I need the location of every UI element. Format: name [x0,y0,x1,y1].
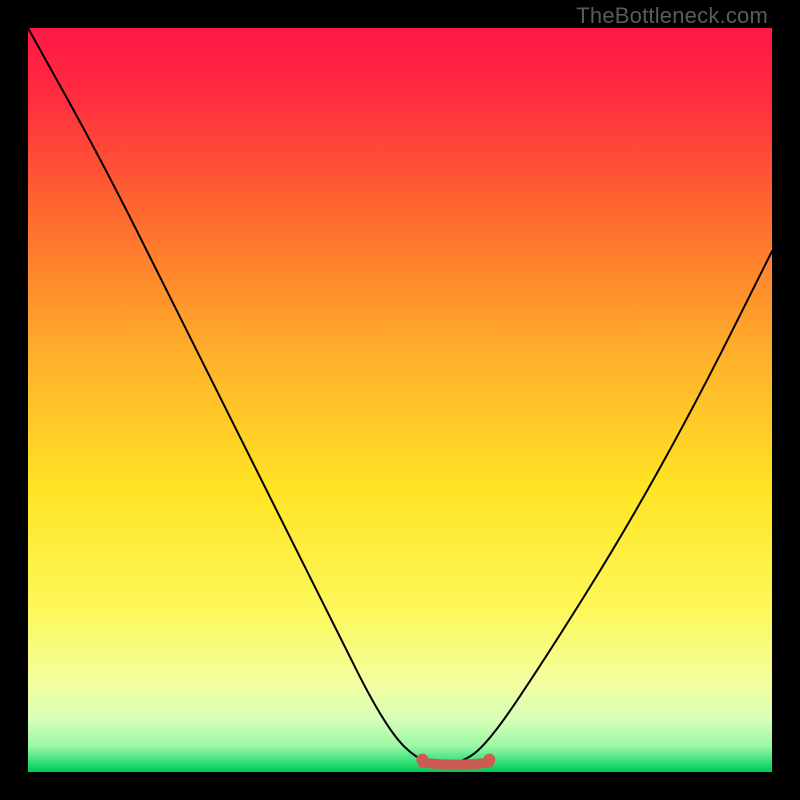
sweet-spot-marker [416,754,495,766]
chart-frame: TheBottleneck.com [0,0,800,800]
plot-area [28,28,772,772]
watermark-label: TheBottleneck.com [576,3,768,29]
curve-layer [28,28,772,772]
bottleneck-curve [28,28,772,765]
